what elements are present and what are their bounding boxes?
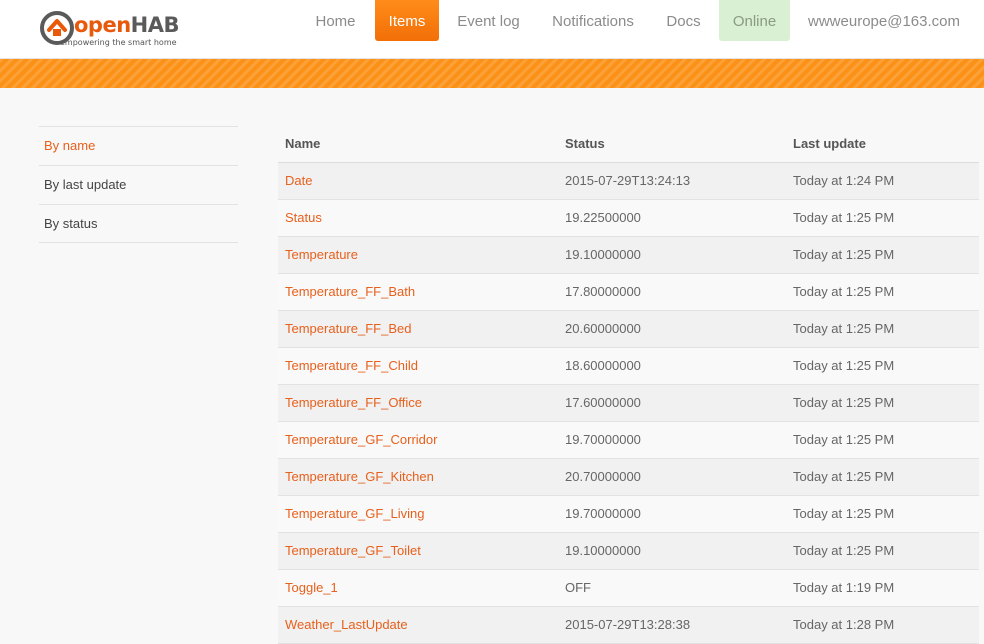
column-header-name[interactable]: Name	[285, 125, 320, 163]
table-row: Temperature_FF_Bath 17.80000000 Today at…	[278, 274, 979, 311]
column-header-status[interactable]: Status	[565, 125, 605, 163]
items-table: Name Status Last update Date 2015-07-29T…	[278, 125, 979, 644]
item-status: 20.60000000	[565, 321, 641, 336]
nav-home[interactable]: Home	[301, 0, 370, 41]
item-last-update: Today at 1:25 PM	[793, 210, 895, 225]
item-name-link[interactable]: Temperature_GF_Toilet	[285, 533, 421, 569]
openhab-logo[interactable]: openHAB empowering the smart home	[38, 9, 188, 49]
item-status: 19.22500000	[565, 210, 641, 225]
table-row: Weather_LastUpdate 2015-07-29T13:28:38 T…	[278, 607, 979, 644]
item-status: 19.70000000	[565, 432, 641, 447]
item-status: 17.80000000	[565, 284, 641, 299]
nav-docs[interactable]: Docs	[655, 0, 712, 41]
item-name-link[interactable]: Date	[285, 163, 312, 199]
item-status: OFF	[565, 580, 591, 595]
item-last-update: Today at 1:25 PM	[793, 543, 895, 558]
item-name-link[interactable]: Temperature	[285, 237, 358, 273]
item-last-update: Today at 1:25 PM	[793, 358, 895, 373]
table-row: Status 19.22500000 Today at 1:25 PM	[278, 200, 979, 237]
item-last-update: Today at 1:25 PM	[793, 395, 895, 410]
table-row: Temperature 19.10000000 Today at 1:25 PM	[278, 237, 979, 274]
item-name-link[interactable]: Temperature_GF_Kitchen	[285, 459, 434, 495]
item-name-link[interactable]: Toggle_1	[285, 570, 338, 606]
table-row: Temperature_GF_Kitchen 20.70000000 Today…	[278, 459, 979, 496]
online-status-badge: Online	[719, 0, 790, 41]
sort-by-status[interactable]: By status	[39, 204, 238, 243]
item-last-update: Today at 1:25 PM	[793, 506, 895, 521]
item-status: 19.10000000	[565, 543, 641, 558]
item-status: 18.60000000	[565, 358, 641, 373]
item-status: 19.70000000	[565, 506, 641, 521]
table-row: Temperature_FF_Child 18.60000000 Today a…	[278, 348, 979, 385]
table-row: Temperature_GF_Corridor 19.70000000 Toda…	[278, 422, 979, 459]
item-status: 2015-07-29T13:28:38	[565, 617, 691, 632]
table-row: Temperature_FF_Office 17.60000000 Today …	[278, 385, 979, 422]
item-name-link[interactable]: Status	[285, 200, 322, 236]
item-status: 20.70000000	[565, 469, 641, 484]
nav-notifications[interactable]: Notifications	[538, 0, 648, 41]
item-last-update: Today at 1:25 PM	[793, 247, 895, 262]
item-last-update: Today at 1:19 PM	[793, 580, 895, 595]
item-name-link[interactable]: Weather_LastUpdate	[285, 607, 408, 643]
item-status: 2015-07-29T13:24:13	[565, 173, 691, 188]
item-status: 19.10000000	[565, 247, 641, 262]
item-last-update: Today at 1:25 PM	[793, 321, 895, 336]
item-last-update: Today at 1:25 PM	[793, 469, 895, 484]
nav-event-log[interactable]: Event log	[445, 0, 532, 41]
table-header: Name Status Last update	[278, 125, 979, 163]
item-name-link[interactable]: Temperature_FF_Bath	[285, 274, 415, 310]
item-name-link[interactable]: Temperature_FF_Child	[285, 348, 418, 384]
logo-tagline: empowering the smart home	[60, 38, 177, 47]
item-name-link[interactable]: Temperature_GF_Living	[285, 496, 424, 532]
table-row: Date 2015-07-29T13:24:13 Today at 1:24 P…	[278, 163, 979, 200]
table-row: Toggle_1 OFF Today at 1:19 PM	[278, 570, 979, 607]
item-last-update: Today at 1:28 PM	[793, 617, 895, 632]
item-last-update: Today at 1:24 PM	[793, 173, 895, 188]
item-last-update: Today at 1:25 PM	[793, 432, 895, 447]
column-header-last-update[interactable]: Last update	[793, 125, 866, 163]
table-row: Temperature_FF_Bed 20.60000000 Today at …	[278, 311, 979, 348]
nav-items[interactable]: Items	[375, 0, 439, 41]
item-name-link[interactable]: Temperature_FF_Bed	[285, 311, 411, 347]
nav-user-account[interactable]: wwweurope@163.com	[797, 0, 971, 41]
table-row: Temperature_GF_Toilet 19.10000000 Today …	[278, 533, 979, 570]
logo-wordmark: openHAB	[74, 13, 180, 37]
item-name-link[interactable]: Temperature_GF_Corridor	[285, 422, 437, 458]
sort-by-last-update[interactable]: By last update	[39, 165, 238, 204]
sort-by-name[interactable]: By name	[39, 126, 238, 165]
item-name-link[interactable]: Temperature_FF_Office	[285, 385, 422, 421]
top-navbar: openHAB empowering the smart home Home I…	[0, 0, 984, 59]
sort-sidebar: By name By last update By status	[39, 126, 238, 243]
orange-stripe-bar	[0, 59, 984, 88]
table-row: Temperature_GF_Living 19.70000000 Today …	[278, 496, 979, 533]
item-last-update: Today at 1:25 PM	[793, 284, 895, 299]
item-status: 17.60000000	[565, 395, 641, 410]
